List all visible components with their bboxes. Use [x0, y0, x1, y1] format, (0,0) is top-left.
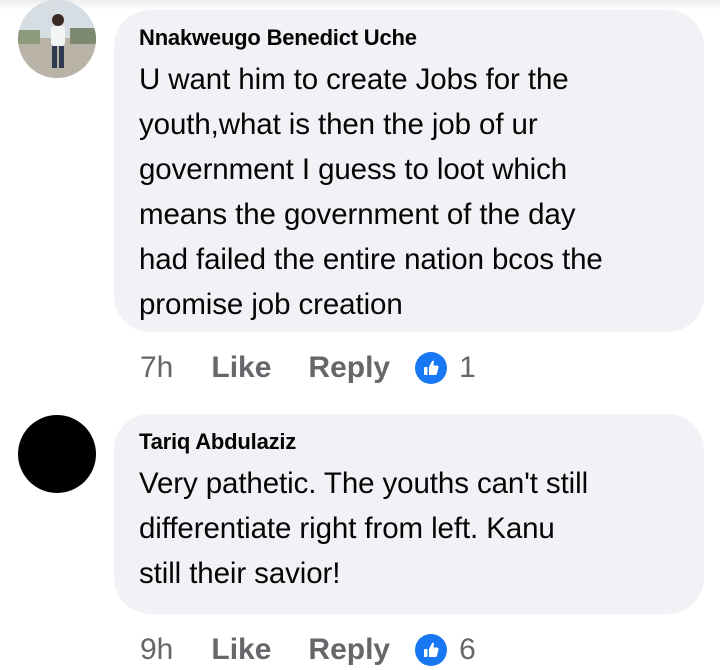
comment-text-line: still their savior! [139, 557, 341, 590]
comment-text-line: had failed the entire nation bcos the [139, 243, 603, 276]
reply-button[interactable]: Reply [308, 633, 390, 667]
comment-text-line: Very pathetic. The youths can't still [139, 467, 589, 500]
comment-bubble: Nnakweugo Benedict Uche U want him to cr… [114, 10, 704, 332]
comment-text-line: differentiate right from left. Kanu [139, 512, 555, 545]
comment-text-line: means the government of the day [139, 198, 576, 231]
comment-text: Very pathetic. The youths can't still di… [139, 461, 678, 596]
reply-button[interactable]: Reply [308, 351, 390, 385]
thumbs-up-icon[interactable] [415, 634, 448, 666]
comment-text-line: youth,what is then the job of ur [139, 108, 538, 141]
reaction-count[interactable]: 1 [459, 351, 476, 385]
comment-timestamp[interactable]: 7h [140, 351, 173, 385]
thumbs-up-icon[interactable] [415, 352, 448, 384]
comment-author[interactable]: Tariq Abdulaziz [139, 428, 678, 456]
avatar[interactable] [18, 0, 96, 78]
comment-author[interactable]: Nnakweugo Benedict Uche [139, 24, 678, 52]
comment-timestamp[interactable]: 9h [140, 633, 173, 667]
comment-text-line: government I guess to loot which [139, 153, 568, 186]
profile-photo-icon [18, 0, 96, 78]
comment-text-line: U want him to create Jobs for the [139, 63, 569, 96]
top-divider [0, 0, 720, 10]
comment-bubble: Tariq Abdulaziz Very pathetic. The youth… [114, 414, 704, 614]
comment-text-line: promise job creation [139, 288, 403, 321]
comment-text: U want him to create Jobs for the youth,… [139, 57, 678, 327]
comment-actions: 7h Like Reply 1 [140, 348, 476, 388]
comment-actions: 9h Like Reply 6 [140, 630, 476, 670]
reaction-count[interactable]: 6 [459, 633, 476, 667]
avatar[interactable] [18, 415, 96, 493]
like-button[interactable]: Like [211, 351, 271, 385]
like-button[interactable]: Like [211, 633, 271, 667]
